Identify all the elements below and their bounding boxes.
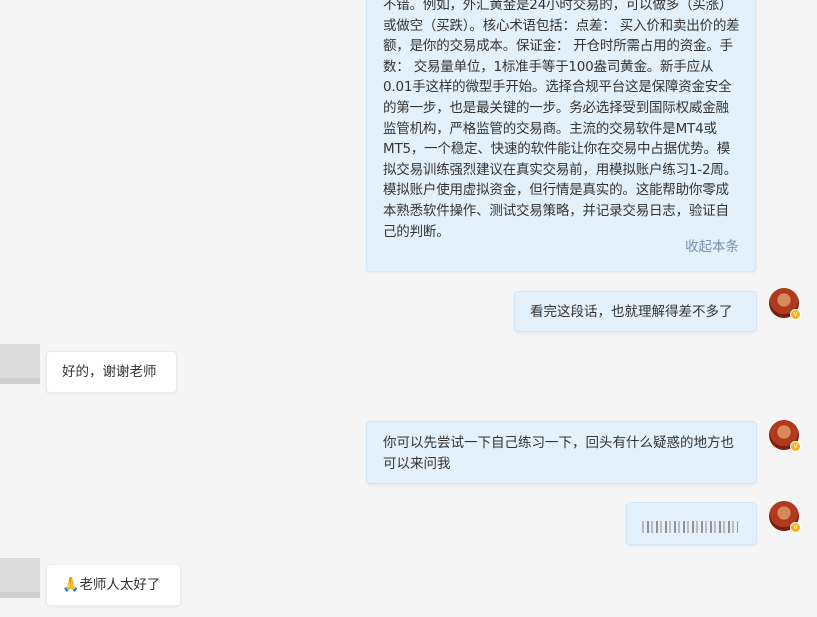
- user-avatar[interactable]: v: [769, 420, 801, 452]
- user-avatar[interactable]: v: [769, 501, 801, 533]
- praying-hands-icon: 🙏: [62, 577, 80, 593]
- message-text: 老师人太好了: [79, 577, 161, 593]
- message-bubble-incoming[interactable]: 好的，谢谢老师: [46, 351, 177, 393]
- verified-badge-icon: v: [790, 441, 801, 452]
- message-bubble-outgoing[interactable]: 看完这段话，也就理解得差不多了: [514, 291, 757, 332]
- message-text: 不错。例如，外汇黄金是24小时交易的，可以做多（买涨）或做空（买跌）。核心术语包…: [383, 0, 740, 240]
- contact-avatar[interactable]: [0, 344, 40, 384]
- message-bubble-outgoing-long[interactable]: 不错。例如，外汇黄金是24小时交易的，可以做多（买涨）或做空（买跌）。核心术语包…: [366, 0, 756, 272]
- message-text: 你可以先尝试一下自己练习一下，回头有什么疑惑的地方也可以来问我: [383, 435, 734, 472]
- contact-avatar[interactable]: [0, 558, 40, 598]
- message-bubble-incoming[interactable]: 🙏老师人太好了: [46, 564, 181, 606]
- message-text: 好的，谢谢老师: [62, 364, 157, 380]
- blurred-text: [642, 521, 738, 533]
- message-bubble-outgoing-blurred[interactable]: [626, 502, 757, 545]
- user-avatar[interactable]: v: [769, 288, 801, 320]
- verified-badge-icon: v: [790, 309, 801, 320]
- collapse-message-link[interactable]: 收起本条: [685, 237, 739, 258]
- verified-badge-icon: v: [790, 522, 801, 533]
- message-text: 看完这段话，也就理解得差不多了: [530, 304, 733, 320]
- message-bubble-outgoing[interactable]: 你可以先尝试一下自己练习一下，回头有什么疑惑的地方也可以来问我: [366, 421, 757, 484]
